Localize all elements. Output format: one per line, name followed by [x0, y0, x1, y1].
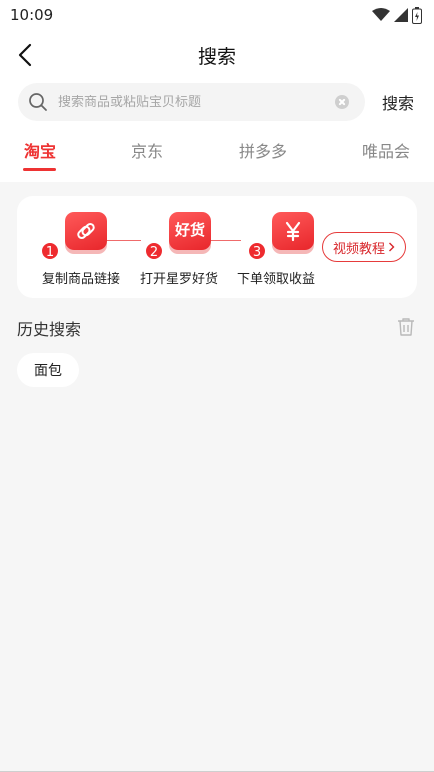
history-chip[interactable]: 面包	[17, 353, 79, 387]
search-row: 搜索	[0, 80, 434, 124]
search-input[interactable]	[58, 94, 335, 110]
history-title: 历史搜索	[17, 320, 82, 339]
step-number: 3	[247, 241, 267, 261]
link-icon	[65, 212, 107, 250]
app-logo-icon: 好货	[169, 212, 211, 250]
platform-tabs: 淘宝 京东 拼多多 唯品会	[0, 134, 434, 182]
chevron-right-icon	[389, 242, 395, 252]
trash-icon[interactable]	[397, 317, 415, 337]
clear-icon[interactable]	[335, 95, 349, 109]
title-bar: 搜索	[0, 30, 434, 80]
search-icon	[29, 93, 47, 111]
history-chip-label: 面包	[34, 363, 62, 379]
step-number: 2	[144, 241, 164, 261]
status-bar: 10:09	[0, 0, 434, 30]
step-copy-link: 1 复制商品链接	[40, 208, 140, 288]
status-time: 10:09	[10, 6, 54, 24]
step-number: 1	[40, 241, 60, 261]
video-tutorial-label: 视频教程	[332, 241, 385, 257]
tab-taobao[interactable]: 淘宝	[24, 138, 56, 162]
search-box[interactable]	[18, 83, 365, 121]
history-header: 历史搜索	[17, 316, 417, 340]
tab-pinduoduo[interactable]: 拼多多	[239, 138, 287, 162]
page-title: 搜索	[197, 45, 236, 68]
tutorial-card: 1 复制商品链接 好货 2 打开星罗好货 3 下单领取收益 视频教程	[17, 196, 417, 298]
video-tutorial-button[interactable]: 视频教程	[321, 232, 406, 262]
tab-vipshop[interactable]: 唯品会	[362, 138, 410, 162]
tab-jd[interactable]: 京东	[131, 138, 163, 162]
tab-active-underline	[23, 168, 56, 171]
back-arrow-icon[interactable]	[14, 42, 38, 68]
battery-icon	[412, 6, 422, 24]
signal-icon	[394, 8, 408, 22]
wifi-icon	[372, 8, 390, 21]
app-logo-text: 好货	[174, 221, 205, 239]
yuan-icon	[272, 212, 314, 250]
top-panel: 10:09 搜索 搜索 淘宝 京东 拼多多 唯品会	[0, 0, 434, 182]
step-label: 下单领取收益	[237, 272, 316, 287]
status-icons	[372, 6, 422, 24]
step-open-app: 好货 2 打开星罗好货	[140, 208, 244, 288]
search-button[interactable]: 搜索	[382, 90, 414, 114]
